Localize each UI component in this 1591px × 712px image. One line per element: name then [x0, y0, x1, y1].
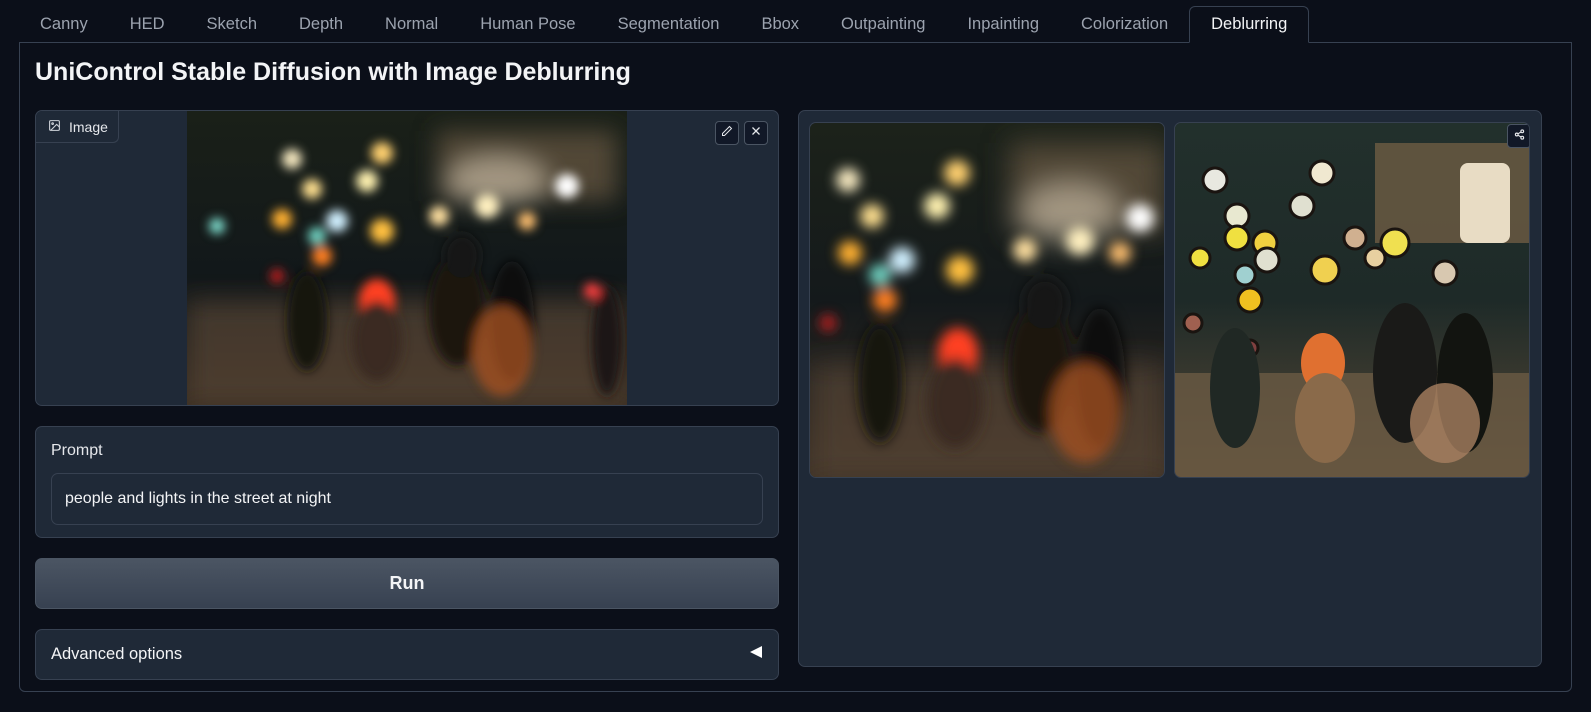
gallery-image-original[interactable] [809, 122, 1165, 478]
tab-sketch[interactable]: Sketch [186, 6, 278, 43]
share-button[interactable] [1507, 124, 1529, 148]
image-input-label: Image [36, 111, 119, 143]
tab-normal[interactable]: Normal [364, 6, 459, 43]
tab-hed[interactable]: HED [109, 6, 186, 43]
image-icon [48, 119, 61, 135]
tab-bbox[interactable]: Bbox [740, 6, 820, 43]
close-icon [750, 124, 762, 142]
clear-image-button[interactable] [744, 121, 768, 145]
input-photo [187, 111, 627, 405]
image-input[interactable]: Image [35, 110, 779, 406]
prompt-block: Prompt [35, 426, 779, 538]
tab-bar: Canny HED Sketch Depth Normal Human Pose… [19, 6, 1310, 43]
prompt-input[interactable] [51, 473, 763, 525]
advanced-options-accordion[interactable]: Advanced options [35, 629, 779, 680]
tab-outpainting[interactable]: Outpainting [820, 6, 946, 43]
gallery-image-deblurred[interactable] [1174, 122, 1530, 478]
triangle-left-icon [749, 645, 763, 664]
tab-colorization[interactable]: Colorization [1060, 6, 1189, 43]
tab-segmentation[interactable]: Segmentation [597, 6, 741, 43]
tab-inpainting[interactable]: Inpainting [946, 6, 1060, 43]
tab-panel-deblurring: UniControl Stable Diffusion with Image D… [19, 42, 1572, 692]
output-gallery [798, 110, 1542, 667]
share-icon [1514, 127, 1525, 145]
run-button[interactable]: Run [35, 558, 779, 609]
edit-image-button[interactable] [715, 121, 739, 145]
pencil-icon [721, 124, 733, 142]
image-label-text: Image [69, 118, 108, 135]
tab-deblurring[interactable]: Deblurring [1189, 6, 1310, 43]
tab-depth[interactable]: Depth [278, 6, 364, 43]
advanced-options-label: Advanced options [51, 645, 183, 663]
page-title: UniControl Stable Diffusion with Image D… [35, 58, 631, 86]
tab-human-pose[interactable]: Human Pose [459, 6, 596, 43]
tab-canny[interactable]: Canny [19, 6, 109, 43]
prompt-label: Prompt [51, 442, 103, 459]
